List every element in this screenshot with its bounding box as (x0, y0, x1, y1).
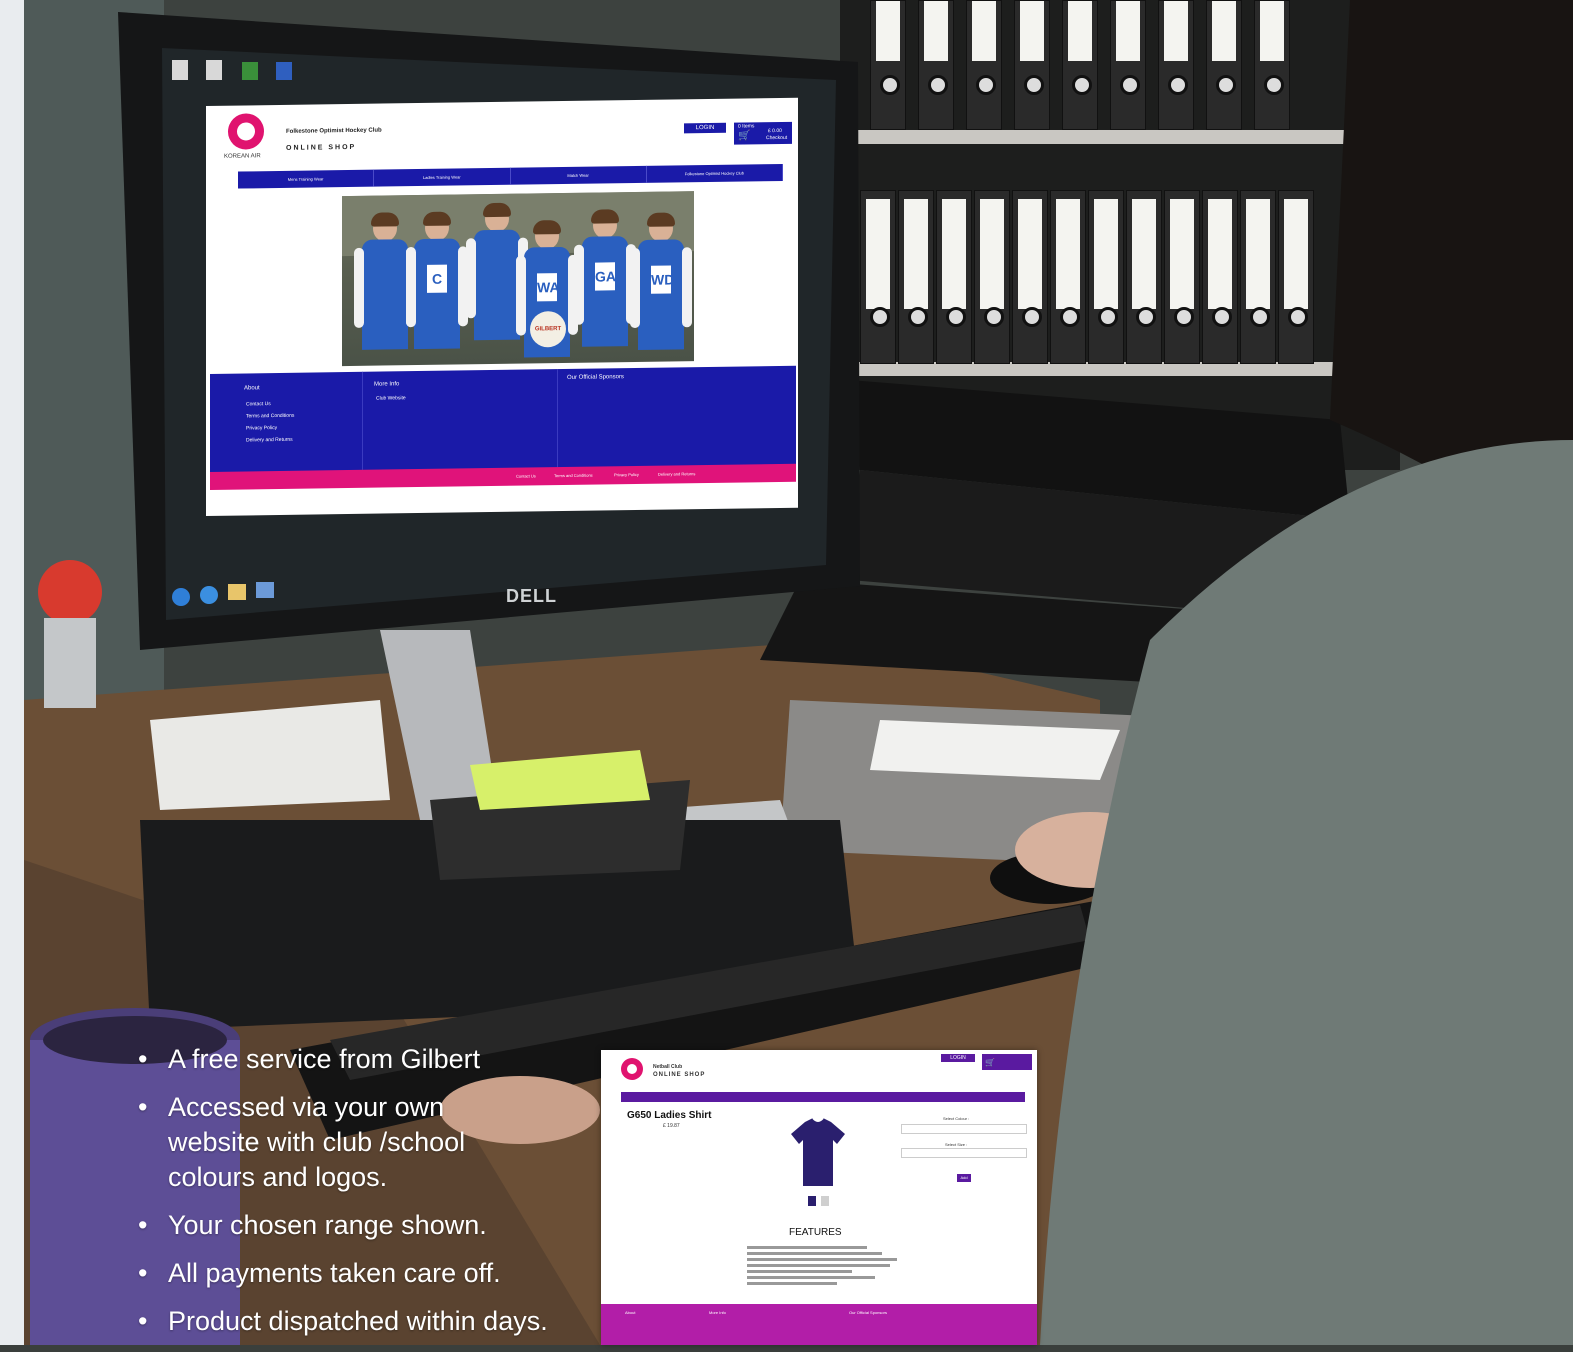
product-nav[interactable] (621, 1092, 1025, 1102)
binder (1206, 0, 1242, 130)
bottom-link[interactable]: Delivery and Returns (658, 471, 695, 477)
nav-item[interactable]: Folkestone Optimist Hockey Club (646, 163, 783, 183)
features-list (747, 1243, 897, 1288)
desktop-file-icon[interactable] (172, 60, 188, 80)
hero-team-photo: C WA GA WD GILBERT (342, 191, 694, 367)
product-title: G650 Ladies Shirt (627, 1110, 712, 1121)
binder (870, 0, 906, 130)
start-button-icon[interactable] (172, 588, 190, 606)
footer-more-heading: More Info (374, 381, 400, 388)
binder (1062, 0, 1098, 130)
footer-link[interactable]: Delivery and Returns (246, 437, 293, 444)
footer-link[interactable]: Club Website (376, 395, 406, 401)
site-logo[interactable] (228, 113, 264, 150)
bullet-item: All payments taken care off. (138, 1256, 628, 1291)
footer-about: About Contact Us Terms and Conditions Pr… (210, 371, 363, 472)
checkout-link[interactable]: Checkout (766, 135, 787, 141)
bullet-item: Accessed via your own website with club … (138, 1090, 528, 1195)
binder (974, 190, 1010, 364)
product-club-name: Netball Club (653, 1064, 683, 1070)
player-figure: C (414, 211, 460, 365)
bullet-item: Your chosen range shown. (138, 1208, 628, 1243)
shirt-thumbnail[interactable] (821, 1196, 829, 1206)
site-shop-title: ONLINE SHOP (286, 143, 357, 152)
desktop-icons (172, 60, 312, 88)
bottom-link[interactable]: Contact Us (516, 473, 536, 478)
bottom-link[interactable]: Terms and Conditions (554, 473, 593, 479)
feature-bullet-list: A free service from Gilbert Accessed via… (138, 1042, 628, 1352)
product-shop-title: ONLINE SHOP (653, 1072, 706, 1078)
size-select[interactable] (901, 1148, 1027, 1158)
binder (1202, 190, 1238, 364)
site-nav: Mens Training Wear Ladies Training Wear … (238, 163, 783, 189)
desktop-file-icon[interactable] (206, 60, 222, 80)
binder (1012, 190, 1048, 364)
binder (1164, 190, 1200, 364)
nav-item[interactable]: Mens Training Wear (238, 169, 375, 189)
add-to-basket-button[interactable]: Add (957, 1174, 971, 1182)
cart-total: £ 0.00 (768, 127, 782, 135)
binder (1126, 190, 1162, 364)
binder (898, 190, 934, 364)
footer-sponsors-heading: Our Official Sponsors (567, 374, 624, 381)
shirt-thumbnail[interactable] (808, 1196, 816, 1206)
product-page-screenshot: Netball Club ONLINE SHOP LOGIN 🛒 G650 La… (601, 1050, 1037, 1345)
footer-more-info: More Info Club Website (362, 369, 558, 470)
nav-item[interactable]: Ladies Training Wear (374, 167, 511, 187)
footer-link[interactable]: Terms and Conditions (246, 413, 294, 420)
desktop-file-icon[interactable] (242, 62, 258, 80)
features-heading: FEATURES (789, 1227, 842, 1238)
binder (860, 190, 896, 364)
binder (1014, 0, 1050, 130)
player-figure (362, 212, 408, 366)
binder (1254, 0, 1290, 130)
site-brand: KOREAN AIR (224, 153, 261, 160)
login-button[interactable]: LOGIN (684, 122, 726, 134)
site-footer: About Contact Us Terms and Conditions Pr… (210, 365, 796, 490)
binder (1050, 190, 1086, 364)
product-price: £ 19.87 (663, 1123, 680, 1129)
select-size-label: Select Size : (945, 1142, 968, 1147)
folder-icon[interactable] (228, 584, 246, 600)
binder (1240, 190, 1276, 364)
footer-link[interactable]: Contact Us (246, 401, 271, 407)
website-screen: KOREAN AIR Folkestone Optimist Hockey Cl… (206, 97, 798, 516)
cart-icon: 🛒 (985, 1058, 995, 1067)
taskbar (168, 570, 828, 610)
player-figure (474, 202, 520, 365)
bullet-item: A free service from Gilbert (138, 1042, 628, 1077)
desktop-file-icon[interactable] (276, 62, 292, 80)
binder (918, 0, 954, 130)
footer-heading: More Info (709, 1310, 726, 1315)
colour-select[interactable] (901, 1124, 1027, 1134)
bottom-link[interactable]: Privacy Policy (614, 472, 639, 477)
product-login-button[interactable]: LOGIN (941, 1054, 975, 1062)
cart-widget[interactable]: 🛒 0 Items £ 0.00 Checkout (734, 121, 792, 145)
browser-icon[interactable] (200, 586, 218, 604)
binder (1158, 0, 1194, 130)
cart-items: 0 Items (738, 123, 755, 130)
binder (936, 190, 972, 364)
binder (1088, 190, 1124, 364)
binder (1278, 190, 1314, 364)
site-club-name: Folkestone Optimist Hockey Club (286, 127, 382, 135)
app-icon[interactable] (256, 582, 274, 598)
product-cart-widget[interactable]: 🛒 (982, 1054, 1032, 1070)
bullet-item: Product dispatched within days. (138, 1304, 628, 1339)
product-footer: About More Info Our Official Sponsors (601, 1304, 1037, 1345)
shirt-image (791, 1118, 845, 1186)
footer-link[interactable]: Privacy Policy (246, 425, 277, 431)
footer-heading: Our Official Sponsors (849, 1310, 887, 1315)
footer-about-heading: About (244, 385, 260, 392)
cart-icon: 🛒 (738, 130, 751, 142)
player-figure: GA (582, 209, 628, 363)
binder (1110, 0, 1146, 130)
player-figure: WD (638, 212, 684, 362)
nav-item[interactable]: Match Wear (510, 165, 647, 185)
binder (966, 0, 1002, 130)
footer-sponsors: Our Official Sponsors (557, 366, 796, 467)
select-colour-label: Select Colour : (943, 1116, 970, 1121)
